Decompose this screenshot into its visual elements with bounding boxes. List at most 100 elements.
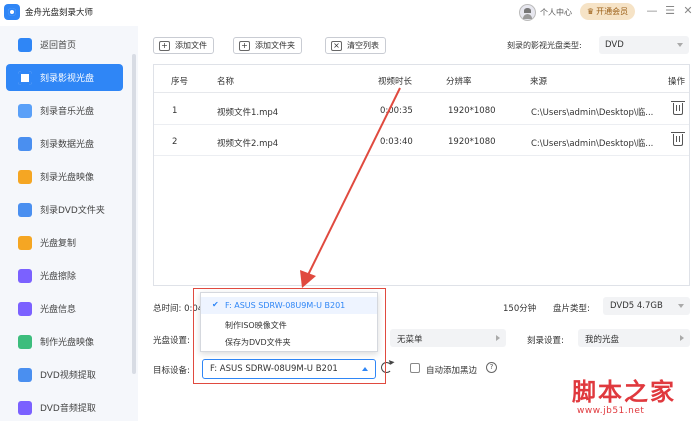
chevron-right-icon [496,335,500,341]
vip-button-label: 开通会员 [596,7,629,16]
sidebar-item-9[interactable]: 光盘信息 [6,295,123,322]
disc-spec-select[interactable]: DVD5 4.7GB [603,297,690,315]
delete-icon[interactable] [671,132,685,146]
burn-setting-label: 刻录设置: [527,336,564,346]
add-file-label: 添加文件 [175,41,207,50]
target-device-label: 目标设备: [153,366,190,376]
annotation-highlight-box [193,288,386,384]
sidebar-item-5[interactable]: 刻录光盘映像 [6,163,123,190]
sidebar-item-label: 返回首页 [40,41,77,51]
sidebar-item-11[interactable]: DVD视频提取 [6,361,123,388]
row-duration: 0:00:35 [380,106,413,116]
title-bar: 金舟光盘刻录大师 个人中心 ♛ 开通会员 — ☰ ✕ [0,0,700,26]
sidebar-item-4[interactable]: 刻录数据光盘 [6,130,123,157]
add-folder-button[interactable]: + 添加文件夹 [233,37,302,54]
disc-type-label: 刻录的影视光盘类型: [507,41,582,50]
menu-select[interactable]: 无菜单 [390,329,506,347]
chevron-right-icon [680,335,684,341]
add-file-icon: + [159,40,170,51]
minimize-icon[interactable]: — [645,4,659,18]
column-header-duration: 视频时长 [378,77,413,87]
app-title: 金舟光盘刻录大师 [25,8,94,18]
add-folder-label: 添加文件夹 [255,41,295,50]
disc-setting-label: 光盘设置: [153,336,190,346]
dvd-audio-extract-icon [18,400,32,415]
app-logo-icon [4,4,20,20]
sidebar-item-2[interactable]: 刻录影视光盘 [6,64,123,91]
sidebar-item-10[interactable]: 制作光盘映像 [6,328,123,355]
disc-type-select[interactable]: DVD [599,36,689,54]
data-disc-icon [18,136,32,151]
table-row[interactable]: 2 视频文件2.mp4 0:03:40 1920*1080 C:\Users\a… [154,126,689,156]
column-header-action: 操作 [668,77,686,87]
row-resolution: 1920*1080 [448,137,496,147]
user-avatar-icon[interactable] [519,4,536,21]
column-header-source: 来源 [530,77,548,87]
sidebar-item-1[interactable]: 返回首页 [6,31,123,58]
close-icon[interactable]: ✕ [681,4,695,18]
sidebar-item-label: 刻录光盘映像 [40,173,95,183]
sidebar-item-label: DVD视频提取 [40,371,96,381]
sidebar-item-6[interactable]: 刻录DVD文件夹 [6,196,123,223]
sidebar-item-label: 光盘擦除 [40,272,77,282]
burn-setting-select[interactable]: 我的光盘 [578,329,690,347]
sidebar-item-label: 刻录影视光盘 [40,74,95,84]
sidebar-scrollbar[interactable] [132,54,136,374]
row-name: 视频文件2.mp4 [217,139,279,149]
column-header-resolution: 分辨率 [446,77,472,87]
capacity-label: 150分钟 [503,304,537,314]
table-header-divider [154,92,689,93]
sidebar-item-label: 制作光盘映像 [40,338,95,348]
erase-disc-icon [18,268,32,283]
chevron-down-icon [677,43,683,47]
folder-dvd-icon [18,202,32,217]
add-file-button[interactable]: + 添加文件 [153,37,214,54]
sidebar-item-12[interactable]: DVD音频提取 [6,394,123,421]
sidebar-item-8[interactable]: 光盘擦除 [6,262,123,289]
info-disc-icon [18,301,32,316]
menu-value: 无菜单 [397,335,423,345]
image-disc-icon [18,169,32,184]
auto-black-border-label: 自动添加黑边 [426,366,478,376]
row-source: C:\Users\admin\Desktop\临... [531,139,654,149]
disc-spec-value: DVD5 4.7GB [610,301,663,311]
burn-setting-value: 我的光盘 [585,335,620,345]
help-icon[interactable]: ? [486,362,497,373]
crown-icon: ♛ [586,7,595,16]
sidebar-item-label: 刻录音乐光盘 [40,107,95,117]
sidebar-item-label: 刻录DVD文件夹 [40,206,105,216]
auto-black-border-checkbox[interactable] [410,363,420,373]
watermark-url: www.jb51.net [577,406,645,416]
column-header-index: 序号 [171,77,189,87]
home-icon [18,37,32,52]
row-index: 2 [172,137,178,147]
sidebar-item-label: 刻录数据光盘 [40,140,95,150]
column-header-name: 名称 [217,77,235,87]
clear-list-button[interactable]: × 清空列表 [325,37,386,54]
watermark-site-name: 脚本之家 [572,377,676,406]
make-image-icon [18,334,32,349]
row-duration: 0:03:40 [380,137,413,147]
sidebar-item-7[interactable]: 光盘复制 [6,229,123,256]
sidebar-item-label: DVD音频提取 [40,404,96,414]
disc-spec-label: 盘片类型: [553,304,590,314]
film-disc-icon [18,70,32,85]
dvd-video-extract-icon [18,367,32,382]
menu-icon[interactable]: ☰ [663,4,677,18]
delete-icon[interactable] [671,101,685,115]
sidebar-item-label: 光盘信息 [40,305,77,315]
table-row[interactable]: 1 视频文件1.mp4 0:00:35 1920*1080 C:\Users\a… [154,95,689,125]
copy-disc-icon [18,235,32,250]
clear-list-icon: × [331,40,342,51]
music-disc-icon [18,103,32,118]
sidebar-item-3[interactable]: 刻录音乐光盘 [6,97,123,124]
clear-list-label: 清空列表 [347,41,379,50]
user-center-link[interactable]: 个人中心 [540,7,572,18]
file-table: 序号 名称 视频时长 分辨率 来源 操作 1 视频文件1.mp4 0:00:35… [153,64,690,286]
add-folder-icon: + [239,40,250,51]
chevron-down-icon [678,304,684,308]
vip-button[interactable]: ♛ 开通会员 [580,3,635,20]
row-name: 视频文件1.mp4 [217,108,279,118]
sidebar-item-label: 光盘复制 [40,239,77,249]
row-resolution: 1920*1080 [448,106,496,116]
